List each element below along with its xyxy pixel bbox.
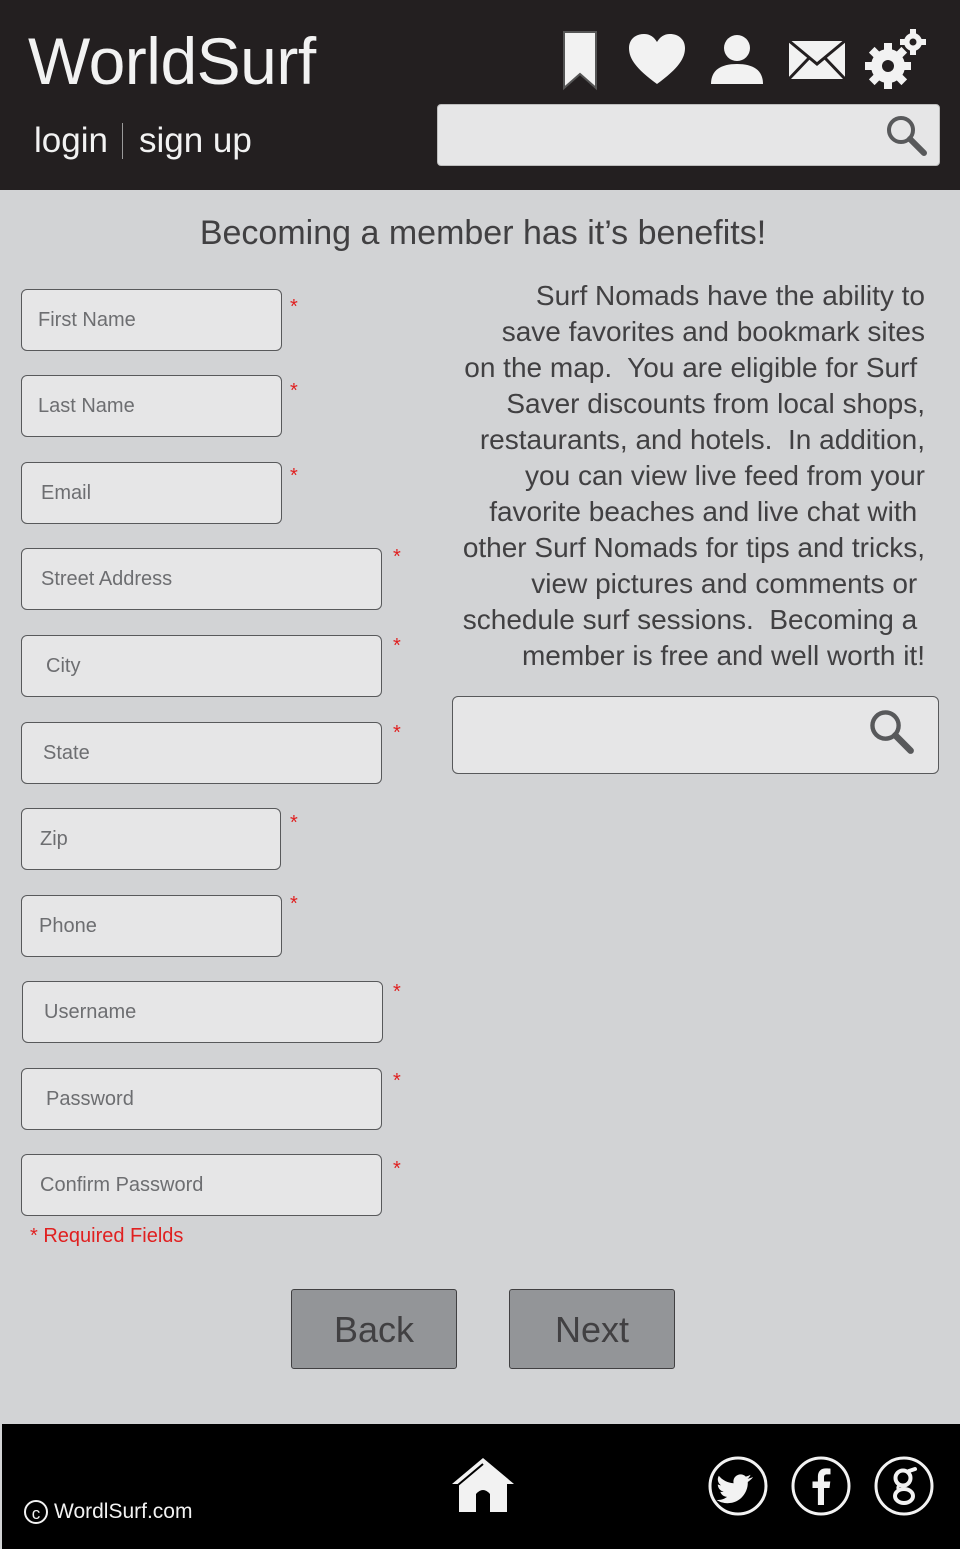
- required-asterisk: *: [393, 1158, 401, 1180]
- map-search-input[interactable]: [463, 703, 867, 767]
- header-search-box: [437, 104, 940, 166]
- street-address-field: [21, 548, 382, 610]
- benefits-line: Surf Nomads have the ability to: [535, 280, 925, 311]
- signup-link[interactable]: sign up: [139, 118, 252, 164]
- required-asterisk: *: [290, 296, 298, 318]
- site-logo[interactable]: WorldSurf: [28, 22, 316, 100]
- street-address-input[interactable]: [22, 549, 381, 609]
- last-name-field: [21, 375, 282, 437]
- benefits-text: Surf Nomads have the ability to save favo…: [452, 278, 925, 674]
- benefits-line: member is free and well worth it!: [521, 640, 925, 671]
- benefits-line: save favorites and bookmark sites: [501, 316, 925, 347]
- zip-field: [21, 808, 281, 870]
- next-button[interactable]: Next: [509, 1289, 675, 1369]
- back-button[interactable]: Back: [291, 1289, 457, 1369]
- header: WorldSurf login sign up: [0, 0, 960, 190]
- required-asterisk: *: [393, 1070, 401, 1092]
- footer: c WordlSurf.com: [2, 1424, 960, 1549]
- search-icon[interactable]: [884, 113, 928, 157]
- benefits-line: you can view live feed from your: [525, 460, 925, 491]
- password-input[interactable]: [22, 1069, 381, 1129]
- username-input[interactable]: [23, 982, 382, 1042]
- header-search-input[interactable]: [448, 111, 872, 161]
- facebook-icon[interactable]: [790, 1455, 852, 1517]
- required-asterisk: *: [393, 635, 401, 657]
- benefits-line: schedule surf sessions. Becoming a: [462, 604, 925, 635]
- username-field: [22, 981, 383, 1043]
- email-input[interactable]: [22, 463, 281, 523]
- state-field: [21, 722, 382, 784]
- benefits-line: view pictures and comments or: [531, 568, 925, 599]
- auth-divider: [121, 123, 123, 159]
- twitter-icon[interactable]: [707, 1455, 769, 1517]
- search-icon[interactable]: [867, 707, 915, 755]
- benefits-line: Saver discounts from local shops,: [506, 388, 925, 419]
- page-headline: Becoming a member has it’s benefits!: [199, 214, 767, 252]
- copyright: c WordlSurf.com: [24, 1497, 192, 1527]
- first-name-input[interactable]: [22, 290, 281, 350]
- benefits-line: other Surf Nomads for tips and tricks,: [462, 532, 925, 563]
- home-icon[interactable]: [450, 1454, 516, 1514]
- required-asterisk: *: [290, 465, 298, 487]
- required-asterisk: *: [290, 380, 298, 402]
- required-asterisk: *: [393, 981, 401, 1003]
- confirm-password-field: [21, 1154, 382, 1216]
- required-asterisk: *: [290, 812, 298, 834]
- phone-field: [21, 895, 282, 957]
- city-input[interactable]: [22, 636, 381, 696]
- last-name-input[interactable]: [22, 376, 281, 436]
- benefits-line: restaurants, and hotels. In addition,: [479, 424, 925, 455]
- heart-icon[interactable]: [625, 28, 689, 92]
- required-fields-note: * Required Fields: [30, 1225, 184, 1247]
- benefits-line: favorite beaches and live chat with: [489, 496, 925, 527]
- first-name-field: [21, 289, 282, 351]
- city-field: [21, 635, 382, 697]
- map-search-box: [452, 696, 939, 774]
- copyright-icon: c: [24, 1500, 48, 1524]
- copyright-text: WordlSurf.com: [54, 1500, 193, 1523]
- google-icon[interactable]: [873, 1455, 935, 1517]
- zip-input[interactable]: [22, 809, 280, 869]
- login-link[interactable]: login: [34, 118, 108, 164]
- state-input[interactable]: [22, 723, 381, 783]
- required-asterisk: *: [393, 722, 401, 744]
- email-field: [21, 462, 282, 524]
- confirm-password-input[interactable]: [22, 1155, 381, 1215]
- password-field: [21, 1068, 382, 1130]
- auth-links: login sign up: [34, 118, 252, 164]
- gear-icon[interactable]: [862, 28, 926, 92]
- bookmark-icon[interactable]: [550, 28, 614, 92]
- phone-input[interactable]: [22, 896, 281, 956]
- mail-icon[interactable]: [785, 28, 849, 92]
- user-icon[interactable]: [705, 28, 769, 92]
- required-asterisk: *: [393, 546, 401, 568]
- required-asterisk: *: [290, 893, 298, 915]
- benefits-line: on the map. You are eligible for Surf: [464, 352, 925, 383]
